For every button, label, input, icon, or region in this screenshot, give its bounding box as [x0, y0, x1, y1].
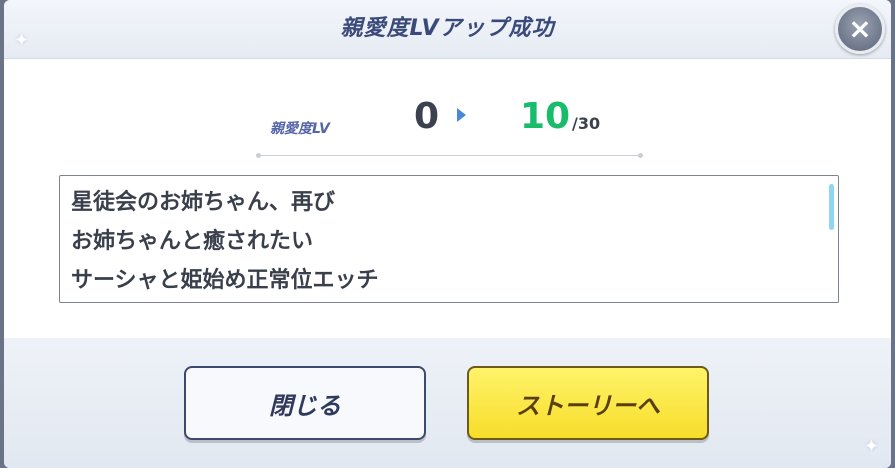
go-to-story-button[interactable]: ストーリーへ — [467, 366, 709, 440]
close-button[interactable]: × — [835, 4, 885, 54]
story-item: サーシャと姫始め正常位エッチ — [71, 268, 379, 293]
close-dialog-button[interactable]: 閉じる — [184, 366, 426, 440]
unlocked-story-list[interactable]: 星徒会のお姉ちゃん、再び お姉ちゃんと癒されたい サーシャと姫始め正常位エッチ — [59, 175, 839, 303]
level-change: 親愛度LV 0 10 /30 — [4, 92, 891, 142]
level-from: 0 — [414, 96, 440, 137]
button-area: 閉じる ストーリーへ ✦ — [4, 338, 891, 468]
level-max: /30 — [572, 114, 601, 133]
dialog-title: 親愛度LVアップ成功 — [340, 16, 555, 41]
dialog-header: ✦ 親愛度LVアップ成功 × — [4, 0, 891, 59]
story-item: 星徒会のお姉ちゃん、再び — [71, 190, 336, 215]
close-icon: × — [848, 12, 872, 45]
level-to: 10 — [520, 96, 571, 137]
arrow-right-icon — [457, 108, 466, 122]
sparkle-icon: ✦ — [863, 436, 879, 457]
divider — [256, 153, 643, 158]
level-up-dialog: ✦ 親愛度LVアップ成功 × 親愛度LV 0 10 /30 星徒会のお姉ちゃん、… — [4, 0, 891, 468]
scrollbar[interactable] — [829, 184, 834, 230]
level-label: 親愛度LV — [270, 121, 330, 137]
story-item: お姉ちゃんと癒されたい — [71, 229, 314, 254]
